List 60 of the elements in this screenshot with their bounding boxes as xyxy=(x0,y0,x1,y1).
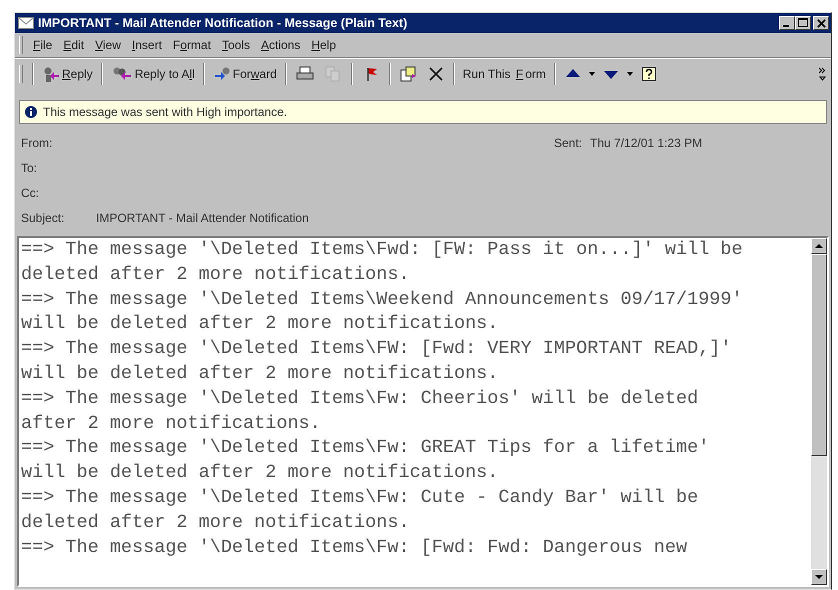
documents-arrow-icon xyxy=(400,66,418,82)
info-icon xyxy=(25,106,37,118)
copy-icon xyxy=(324,66,342,82)
person-arrow-icon xyxy=(42,66,60,82)
close-button[interactable] xyxy=(813,16,829,30)
body-text-line: ==> The message '\Deleted Items\Fwd: [FW: Pass it on...]' will be xyxy=(21,238,744,262)
help-icon xyxy=(640,66,657,82)
reply-button[interactable]: Reply xyxy=(39,63,96,85)
body-text-line: deleted after 2 more notifications. xyxy=(21,262,411,287)
maximize-button[interactable] xyxy=(795,16,811,30)
caret-icon xyxy=(626,72,633,76)
cc-label: Cc: xyxy=(21,186,40,200)
subject-text: IMPORTANT - Mail Attender Notification xyxy=(96,210,309,224)
body-text-line: ==> The message '\Deleted Items\Fw: Cute - Candy Bar' will be xyxy=(21,486,700,510)
body-text-line: deleted after 2 more notifications. xyxy=(21,510,411,535)
vertical-scrollbar[interactable] xyxy=(811,238,827,585)
menu-item[interactable]: Edit xyxy=(58,36,90,54)
menu-item[interactable]: Insert xyxy=(126,36,167,54)
body-text-line: ==> The message '\Deleted Items\FW: [Fwd: VERY IMPORTANT READ,]' xyxy=(21,337,733,362)
scroll-up-button[interactable] xyxy=(811,238,827,254)
scrollbar-thumb[interactable] xyxy=(811,254,827,456)
from-label: From: xyxy=(21,136,54,150)
more-chevron-icon[interactable] xyxy=(819,67,827,81)
info-text: This message was sent with High importance. xyxy=(43,105,288,119)
up-caret-icon xyxy=(815,244,823,248)
close-icon xyxy=(816,18,826,28)
menu-item[interactable]: Tools xyxy=(216,36,255,54)
minimize-icon xyxy=(783,25,789,27)
menu-item[interactable]: Help xyxy=(306,36,342,54)
message-body[interactable] xyxy=(17,236,829,587)
to-label: To: xyxy=(21,160,38,174)
envelope-icon xyxy=(18,17,34,29)
printer-icon xyxy=(296,66,314,82)
scroll-down-button[interactable] xyxy=(811,569,827,585)
body-text-line: will be deleted after 2 more notifications. xyxy=(21,312,500,336)
forward-arrow-icon xyxy=(212,66,231,82)
body-text-line: ==> The message '\Deleted Items\Fw: GREAT Tips for a lifetime' xyxy=(21,436,710,460)
menu-item[interactable]: Actions xyxy=(256,36,306,54)
menu-item[interactable]: File xyxy=(28,36,58,54)
sent-date: Thu 7/12/01 1:23 PM xyxy=(590,136,702,150)
body-text-line: after 2 more notifications. xyxy=(21,412,322,436)
body-text-line: ==> The message '\Deleted Items\Fw: [Fwd: Fwd: Dangerous new xyxy=(21,536,688,560)
body-text-line: ==> The message '\Deleted Items\Weekend Announcements 09/17/1999' xyxy=(21,288,744,312)
people-arrow-icon xyxy=(110,66,133,82)
subject-label: Subject: xyxy=(21,210,66,224)
body-text-line: will be deleted after 2 more notifications. xyxy=(21,362,500,386)
menu-item[interactable]: View xyxy=(90,36,126,54)
body-text-line: will be deleted after 2 more notifications. xyxy=(21,461,500,486)
reply-all-button[interactable]: Reply to All xyxy=(108,63,198,85)
run-form-button[interactable]: Run This F orm xyxy=(460,64,549,84)
sent-label: Sent: xyxy=(554,136,582,150)
forward-button[interactable]: Forward xyxy=(210,63,280,85)
x-icon xyxy=(428,66,444,82)
caret-icon xyxy=(588,72,595,76)
body-text-line: ==> The message '\Deleted Items\Fw: Cheerios' will be deleted xyxy=(21,386,700,411)
minimize-button[interactable] xyxy=(779,16,795,30)
menu-item[interactable]: Format xyxy=(168,36,216,54)
down-caret-icon xyxy=(815,575,823,579)
window-title: IMPORTANT - Mail Attender Notification - Message (Plain Text) xyxy=(38,16,408,30)
maximize-icon xyxy=(798,18,808,28)
